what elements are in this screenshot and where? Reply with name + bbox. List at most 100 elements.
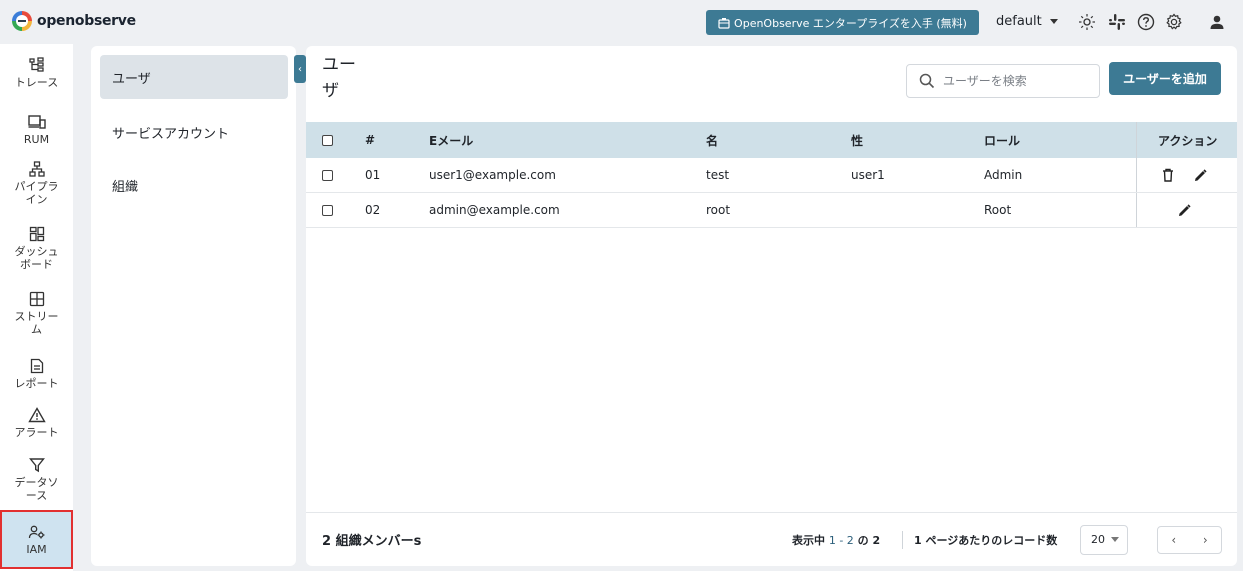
- column-header-role[interactable]: ロール: [984, 122, 1020, 158]
- subnav-item-organizations[interactable]: 組織: [100, 163, 288, 207]
- nav-label-reports: レポート: [14, 377, 59, 390]
- org-name: default: [996, 14, 1042, 29]
- table-header: # Eメール 名 性 ロール アクション: [306, 122, 1237, 158]
- member-count: 2 組織メンバーs: [322, 534, 422, 549]
- nav-label-iam: IAM: [26, 543, 47, 556]
- logo-mark-icon: [12, 11, 32, 31]
- page-title: ユーザ: [322, 55, 356, 101]
- row-number: 01: [365, 168, 381, 182]
- nav-item-datasources[interactable]: データソ ース: [0, 456, 73, 502]
- main-panel: ユーザ ユーザーを追加 # Eメール 名 性 ロール アクション 01 user…: [306, 46, 1237, 566]
- previous-page-button[interactable]: ‹: [1158, 527, 1190, 553]
- subnav-label-organizations: 組織: [112, 179, 139, 195]
- checkbox-box: [322, 134, 333, 146]
- row-role: Root: [984, 203, 1012, 217]
- nav-label-pipelines: パイプラ イン: [14, 180, 59, 206]
- nav-label-traces: トレース: [14, 76, 59, 89]
- records-per-page-label: 1 ページあたりのレコード数: [914, 533, 1058, 547]
- filter-icon: [28, 456, 46, 474]
- row-email: user1@example.com: [429, 168, 556, 182]
- nav-label-dashboards: ダッシュ ボード: [14, 245, 59, 271]
- column-divider: [1136, 158, 1137, 192]
- iam-icon: [28, 523, 46, 541]
- showing-of: の: [857, 533, 869, 547]
- column-divider: [1136, 122, 1137, 158]
- records-per-page-select[interactable]: 20: [1080, 524, 1128, 555]
- subnav-label-users: ユーザ: [112, 71, 151, 87]
- subnav-item-users[interactable]: ユーザ: [100, 55, 288, 99]
- slack-icon[interactable]: [1107, 12, 1127, 32]
- table-footer: 2 組織メンバーs 表示中 1 - 2 の 2 1 ページあたりのレコード数 2…: [306, 512, 1237, 566]
- row-first-name: root: [706, 203, 731, 217]
- nav-item-streams[interactable]: ストリー ム: [0, 290, 73, 336]
- edit-icon[interactable]: [1194, 158, 1207, 192]
- nav-item-dashboards[interactable]: ダッシュ ボード: [0, 225, 73, 271]
- add-user-button[interactable]: ユーザーを追加: [1109, 62, 1221, 95]
- row-first-name: test: [706, 168, 730, 182]
- subnav-label-service-accounts: サービスアカウント: [112, 126, 230, 142]
- column-header-email[interactable]: Eメール: [429, 122, 473, 158]
- nav-label-streams: ストリー ム: [14, 310, 59, 336]
- sun-icon[interactable]: [1077, 12, 1097, 32]
- nav-label-alerts: アラート: [14, 426, 59, 439]
- nav-item-traces[interactable]: トレース: [0, 56, 73, 89]
- column-header-first-name[interactable]: 名: [706, 122, 718, 158]
- pagination-summary: 表示中 1 - 2 の 2: [792, 532, 880, 548]
- users-header: ユーザ ユーザーを追加: [306, 46, 1237, 112]
- search-icon: [919, 73, 935, 89]
- search-users-input[interactable]: [943, 74, 1083, 88]
- enterprise-icon: [718, 17, 730, 29]
- dashboard-icon: [28, 225, 46, 243]
- showing-total: 2: [872, 533, 881, 547]
- table-row: 01 user1@example.com test user1 Admin: [306, 158, 1237, 193]
- checkbox-box: [322, 169, 333, 181]
- edit-icon[interactable]: [1178, 193, 1191, 227]
- nav-label-datasources: データソ ース: [14, 476, 59, 502]
- row-last-name: user1: [851, 168, 885, 182]
- nav-item-alerts[interactable]: アラート: [0, 406, 73, 439]
- caret-down-icon: [1049, 18, 1058, 24]
- row-email: admin@example.com: [429, 203, 560, 217]
- column-header-number[interactable]: #: [365, 122, 375, 158]
- report-icon: [28, 357, 46, 375]
- alert-icon: [27, 406, 46, 424]
- user-icon[interactable]: [1207, 12, 1227, 32]
- checkbox-box: [322, 204, 333, 216]
- top-bar: openobserve OpenObserve エンタープライズを入手 (無料)…: [0, 0, 1243, 44]
- pipeline-icon: [28, 160, 46, 178]
- help-icon[interactable]: [1136, 12, 1156, 32]
- pagination-controls: ‹ ›: [1157, 525, 1222, 554]
- stream-icon: [28, 290, 46, 308]
- column-header-last-name[interactable]: 性: [851, 122, 863, 158]
- nav-item-iam[interactable]: IAM: [0, 510, 73, 569]
- search-users-box[interactable]: [906, 64, 1100, 98]
- settings-icon[interactable]: [1164, 12, 1184, 32]
- nav-item-rum[interactable]: RUM: [0, 113, 73, 146]
- iam-subnav: ユーザ サービスアカウント 組織: [91, 46, 296, 566]
- table-row: 02 admin@example.com root Root: [306, 193, 1237, 228]
- left-navigation: トレース RUM パイプラ イン ダッシュ ボード ストリー ム レポート アラ…: [0, 44, 73, 571]
- next-page-button[interactable]: ›: [1190, 527, 1222, 553]
- row-number: 02: [365, 203, 381, 217]
- records-per-page-value: 20: [1091, 533, 1105, 546]
- showing-prefix: 表示中: [792, 533, 825, 547]
- rum-icon: [27, 113, 46, 131]
- showing-range: 1 - 2: [828, 533, 854, 547]
- collapse-subnav-button[interactable]: ‹: [294, 55, 306, 83]
- traces-icon: [28, 56, 46, 74]
- logo[interactable]: openobserve: [12, 11, 136, 31]
- nav-label-rum: RUM: [23, 133, 50, 146]
- caret-down-icon: [1111, 537, 1119, 542]
- row-checkbox[interactable]: [322, 158, 333, 192]
- delete-icon[interactable]: [1162, 158, 1174, 192]
- org-selector[interactable]: default: [996, 14, 1058, 29]
- logo-text: openobserve: [37, 13, 136, 29]
- nav-item-reports[interactable]: レポート: [0, 357, 73, 390]
- row-checkbox[interactable]: [322, 193, 333, 227]
- subnav-item-service-accounts[interactable]: サービスアカウント: [100, 110, 288, 154]
- get-enterprise-button[interactable]: OpenObserve エンタープライズを入手 (無料): [706, 10, 979, 35]
- select-all-checkbox[interactable]: [322, 122, 333, 158]
- footer-divider: [902, 530, 903, 549]
- nav-item-pipelines[interactable]: パイプラ イン: [0, 160, 73, 206]
- column-header-actions: アクション: [1158, 133, 1218, 148]
